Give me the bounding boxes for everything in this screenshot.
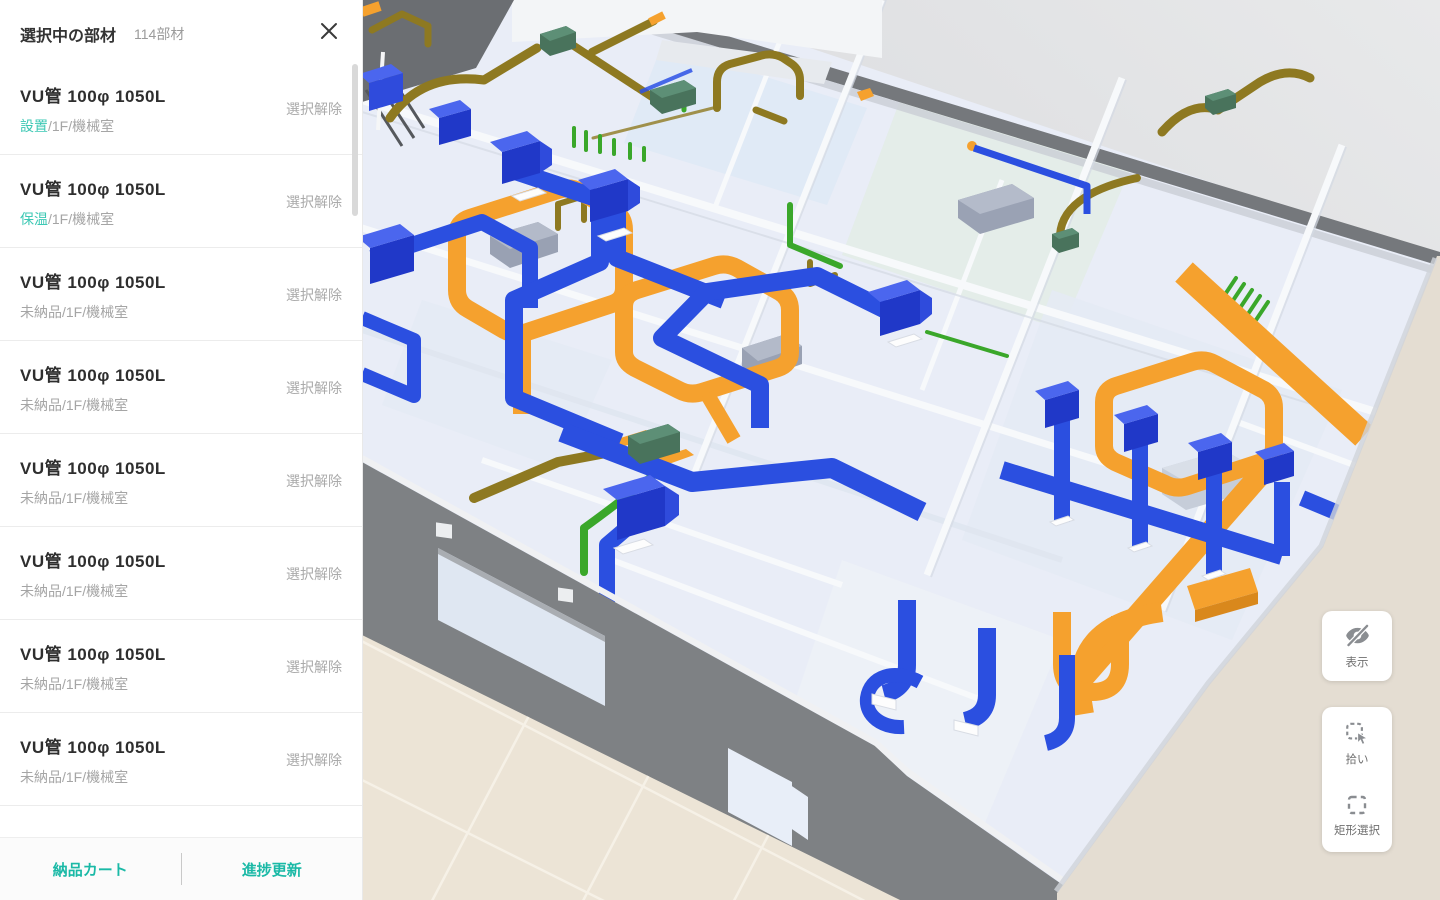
- deselect-button[interactable]: 選択解除: [286, 564, 342, 584]
- part-location: /1F/機械室: [62, 304, 129, 320]
- deselect-button[interactable]: 選択解除: [286, 192, 342, 212]
- part-list-item[interactable]: VU管 100φ 1050L 設置/1F/機械室 選択解除: [0, 62, 362, 155]
- part-list-item[interactable]: VU管 100φ 1050L 未納品/1F/機械室 選択解除: [0, 248, 362, 341]
- deselect-button[interactable]: 選択解除: [286, 657, 342, 677]
- visibility-button[interactable]: 表示: [1322, 611, 1392, 681]
- part-location: /1F/機械室: [62, 583, 129, 599]
- part-location: /1F/機械室: [62, 397, 129, 413]
- part-status-location: 未納品/1F/機械室: [20, 767, 342, 787]
- part-status-location: 未納品/1F/機械室: [20, 302, 342, 322]
- part-status: 未納品: [20, 583, 62, 599]
- 3d-viewport-scene: [362, 0, 1440, 900]
- part-status: 未納品: [20, 490, 62, 506]
- selected-parts-list: VU管 100φ 1050L 設置/1F/機械室 選択解除 VU管 100φ 1050…: [0, 62, 362, 837]
- panel-title: 選択中の部材: [20, 28, 117, 45]
- part-location: /1F/機械室: [62, 490, 129, 506]
- scrollbar-thumb[interactable]: [352, 64, 358, 216]
- part-list-item[interactable]: VU管 100φ 1050L 未納品/1F/機械室 選択解除: [0, 434, 362, 527]
- deselect-button[interactable]: 選択解除: [286, 285, 342, 305]
- deselect-button[interactable]: 選択解除: [286, 99, 342, 119]
- part-status: 設置: [20, 118, 48, 134]
- part-status-location: 保温/1F/機械室: [20, 209, 342, 229]
- delivery-cart-button[interactable]: 納品カート: [0, 859, 181, 880]
- deselect-button[interactable]: 選択解除: [286, 378, 342, 398]
- selection-tool-panel: 拾い 矩形選択: [1322, 707, 1392, 852]
- part-status: 保温: [20, 211, 48, 227]
- app-root: 選択中の部材 114部材 VU管 100φ 1050L 設置/1F/機械室 選択解除…: [0, 0, 1440, 900]
- progress-update-button[interactable]: 進捗更新: [182, 859, 363, 880]
- 3d-viewport[interactable]: [362, 0, 1440, 900]
- panel-footer: 納品カート 進捗更新: [0, 837, 362, 900]
- close-icon[interactable]: [318, 20, 340, 42]
- deselect-button[interactable]: 選択解除: [286, 471, 342, 491]
- rect-select-button[interactable]: 矩形選択: [1322, 780, 1392, 853]
- part-status-location: 未納品/1F/機械室: [20, 581, 342, 601]
- pick-button[interactable]: 拾い: [1322, 707, 1392, 780]
- part-list-item[interactable]: VU管 100φ 1050L 未納品/1F/機械室 選択解除: [0, 620, 362, 713]
- part-list-item[interactable]: VU管 100φ 1050L 未納品/1F/機械室 選択解除: [0, 713, 362, 806]
- part-status: 未納品: [20, 676, 62, 692]
- panel-header: 選択中の部材 114部材: [0, 0, 362, 62]
- part-location: /1F/機械室: [48, 211, 115, 227]
- part-list-item[interactable]: VU管 100φ 1050L 未納品/1F/機械室 選択解除: [0, 341, 362, 434]
- rect-select-label: 矩形選択: [1334, 825, 1380, 838]
- selected-count: 114部材: [134, 26, 185, 42]
- part-list-item[interactable]: VU管 100φ 1050L 保温/1F/機械室 選択解除: [0, 155, 362, 248]
- eye-off-icon: [1345, 624, 1369, 647]
- part-status-location: 未納品/1F/機械室: [20, 674, 342, 694]
- part-status-location: 未納品/1F/機械室: [20, 395, 342, 415]
- deselect-button[interactable]: 選択解除: [286, 750, 342, 770]
- pick-label: 拾い: [1345, 753, 1369, 766]
- rect-select-icon: [1347, 796, 1367, 815]
- pick-icon: [1346, 722, 1369, 745]
- selected-parts-panel: 選択中の部材 114部材 VU管 100φ 1050L 設置/1F/機械室 選択解除…: [0, 0, 363, 900]
- part-status-location: 設置/1F/機械室: [20, 116, 342, 136]
- part-status: 未納品: [20, 304, 62, 320]
- part-status-location: 未納品/1F/機械室: [20, 488, 342, 508]
- part-list-item[interactable]: VU管 100φ 1050L 未納品/1F/機械室 選択解除: [0, 527, 362, 620]
- part-location: /1F/機械室: [62, 769, 129, 785]
- part-status: 未納品: [20, 397, 62, 413]
- part-location: /1F/機械室: [48, 118, 115, 134]
- part-status: 未納品: [20, 769, 62, 785]
- part-location: /1F/機械室: [62, 676, 129, 692]
- visibility-label: 表示: [1345, 657, 1369, 669]
